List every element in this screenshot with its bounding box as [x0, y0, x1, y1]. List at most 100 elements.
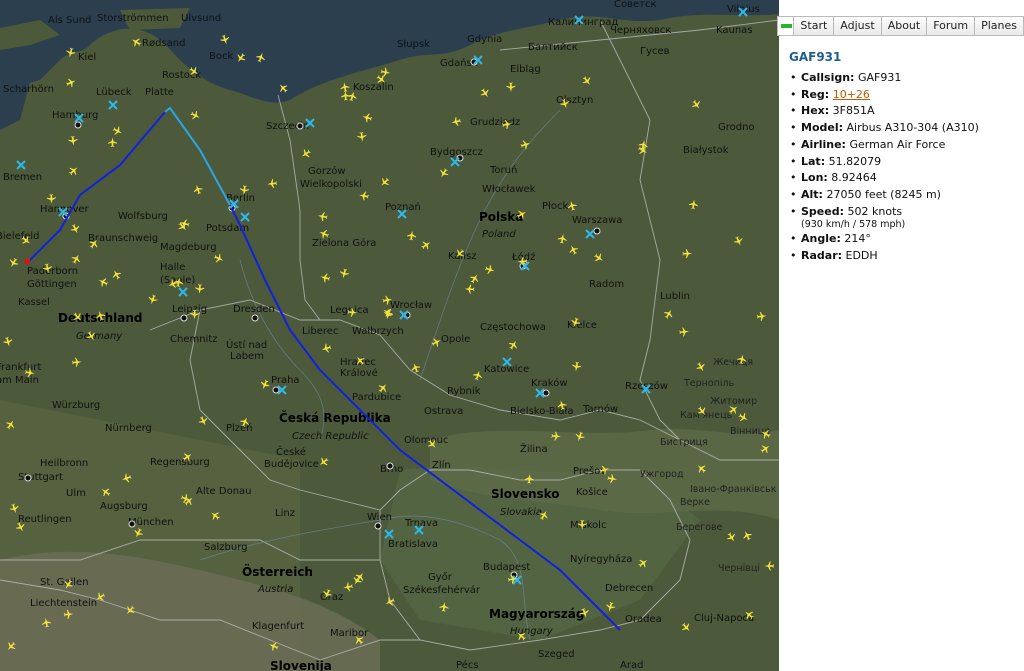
svg-text:Płock: Płock: [542, 201, 568, 212]
svg-text:Bielefeld: Bielefeld: [0, 231, 40, 242]
svg-text:Žilina: Žilina: [520, 442, 548, 455]
svg-text:Grudziądz: Grudziądz: [470, 117, 520, 128]
svg-text:Paderborn: Paderborn: [27, 266, 78, 277]
callsign-value: GAF931: [857, 71, 902, 84]
svg-text:Wielkopolski: Wielkopolski: [300, 179, 362, 190]
svg-text:Czech Republic: Czech Republic: [292, 431, 369, 442]
svg-text:Szeged: Szeged: [538, 649, 575, 660]
svg-text:Pécs: Pécs: [456, 659, 479, 671]
svg-text:Rybnik: Rybnik: [447, 386, 481, 397]
svg-text:Katowice: Katowice: [484, 364, 529, 375]
latitude-value: 51.82079: [828, 154, 882, 168]
list-item: Model: Airbus A310-304 (A310): [790, 120, 1019, 137]
svg-text:Göttingen: Göttingen: [27, 279, 77, 290]
svg-text:Gdynia: Gdynia: [467, 34, 502, 45]
svg-text:Liechtenstein: Liechtenstein: [30, 598, 97, 609]
altitude-value: 27050 feet (8245 m): [826, 187, 941, 201]
list-item: Lon: 8.92464: [790, 170, 1019, 187]
svg-text:Тернопіль: Тернопіль: [683, 378, 735, 389]
svg-text:Гусев: Гусев: [640, 46, 670, 57]
svg-text:Kassel: Kassel: [18, 297, 50, 308]
about-button[interactable]: About: [881, 16, 928, 36]
svg-text:Slovenija: Slovenija: [270, 659, 332, 671]
list-item: Radar: EDDH: [790, 248, 1019, 265]
svg-text:Kalisz: Kalisz: [448, 251, 477, 262]
svg-text:Wien: Wien: [367, 512, 392, 523]
svg-text:Österreich: Österreich: [242, 564, 313, 579]
svg-text:Nürnberg: Nürnberg: [105, 423, 152, 434]
svg-text:Scharhörn: Scharhörn: [3, 84, 54, 95]
svg-text:Калининград: Калининград: [548, 17, 618, 28]
svg-text:St. Gallen: St. Gallen: [40, 577, 89, 588]
svg-text:Halle: Halle: [160, 262, 185, 273]
svg-text:Ústí nad: Ústí nad: [226, 338, 267, 351]
list-item: Lat: 51.82079: [790, 154, 1019, 171]
registration-link[interactable]: 10+26: [833, 88, 870, 101]
svg-text:Ostrava: Ostrava: [424, 406, 463, 417]
svg-text:Poznań: Poznań: [385, 201, 421, 213]
start-button[interactable]: Start: [794, 16, 835, 36]
flight-map[interactable]: Als Sund Storströmmen Ulvsund Rødsand Bo…: [0, 0, 779, 671]
svg-text:Regensburg: Regensburg: [150, 457, 210, 468]
svg-text:Leipzig: Leipzig: [172, 304, 207, 315]
svg-text:Budapest: Budapest: [483, 562, 530, 573]
svg-text:Warszawa: Warszawa: [572, 215, 622, 226]
svg-text:Slovensko: Slovensko: [491, 487, 560, 501]
svg-text:Dresden: Dresden: [233, 304, 275, 315]
svg-text:Черняховск: Черняховск: [610, 25, 671, 36]
svg-text:Kraków: Kraków: [531, 377, 568, 389]
svg-text:Zlín: Zlín: [432, 459, 451, 471]
svg-text:Slovakia: Slovakia: [500, 507, 542, 518]
svg-text:Ужгород: Ужгород: [640, 469, 684, 480]
map-canvas[interactable]: Als Sund Storströmmen Ulvsund Rødsand Bo…: [0, 0, 779, 671]
svg-text:Ulvsund: Ulvsund: [181, 13, 221, 24]
svg-text:Чернівці: Чернівці: [718, 563, 760, 574]
svg-text:Pardubice: Pardubice: [352, 392, 401, 403]
svg-text:Austria: Austria: [257, 584, 293, 595]
adjust-button[interactable]: Adjust: [834, 16, 882, 36]
svg-text:Magyarország: Magyarország: [489, 607, 584, 621]
list-item: Airline: German Air Force: [790, 137, 1019, 154]
status-led-icon: [781, 24, 792, 28]
forum-button[interactable]: Forum: [927, 16, 976, 36]
svg-text:Salzburg: Salzburg: [204, 542, 247, 553]
svg-text:Maribor: Maribor: [330, 628, 369, 639]
svg-text:Hungary: Hungary: [510, 626, 554, 637]
list-item: Hex: 3F851A: [790, 103, 1019, 120]
svg-text:Kielce: Kielce: [567, 320, 597, 331]
svg-text:Plzeň: Plzeň: [226, 422, 253, 434]
svg-text:Berlin: Berlin: [226, 193, 255, 204]
menu-bar: Start Adjust About Forum Planes: [777, 16, 1024, 36]
svg-text:Cluj-Napoca: Cluj-Napoca: [694, 613, 754, 624]
list-item: Speed: 502 knots(930 km/h / 578 mph): [790, 204, 1019, 232]
svg-text:Włocławek: Włocławek: [482, 184, 536, 195]
svg-text:Lübeck: Lübeck: [96, 87, 132, 98]
svg-text:Rødsand: Rødsand: [142, 38, 185, 49]
svg-text:Polska: Polska: [479, 210, 523, 224]
selected-aircraft-marker[interactable]: [25, 259, 30, 264]
planes-button[interactable]: Planes: [975, 16, 1024, 36]
svg-text:Kiel: Kiel: [78, 52, 96, 63]
svg-text:Reutlingen: Reutlingen: [18, 514, 72, 525]
svg-text:Székesfehérvár: Székesfehérvár: [403, 584, 481, 596]
svg-text:Braunschweig: Braunschweig: [88, 233, 158, 244]
svg-text:Poland: Poland: [482, 229, 516, 240]
speed-conversion: (930 km/h / 578 mph): [801, 219, 906, 231]
list-item: Angle: 214°: [790, 231, 1019, 248]
svg-text:am Main: am Main: [0, 375, 39, 386]
svg-text:Alte Donau: Alte Donau: [196, 486, 252, 497]
svg-text:Бистриця: Бистриця: [660, 437, 708, 448]
flight-title: GAF931: [789, 50, 842, 64]
svg-text:Oradea: Oradea: [625, 614, 662, 625]
svg-text:Bremen: Bremen: [3, 172, 42, 183]
model-value: Airbus A310-304 (A310): [846, 121, 979, 135]
svg-text:Labem: Labem: [230, 351, 264, 362]
svg-text:Białystok: Białystok: [683, 145, 729, 156]
svg-text:Debrecen: Debrecen: [605, 583, 653, 594]
svg-text:Králové: Králové: [340, 367, 378, 379]
svg-text:Bydgoszcz: Bydgoszcz: [430, 147, 483, 158]
svg-text:Wrocław: Wrocław: [390, 300, 432, 311]
svg-text:Gorzów: Gorzów: [308, 165, 346, 177]
list-item: Reg: 10+26: [790, 87, 1019, 104]
svg-text:Miskolc: Miskolc: [570, 520, 606, 531]
